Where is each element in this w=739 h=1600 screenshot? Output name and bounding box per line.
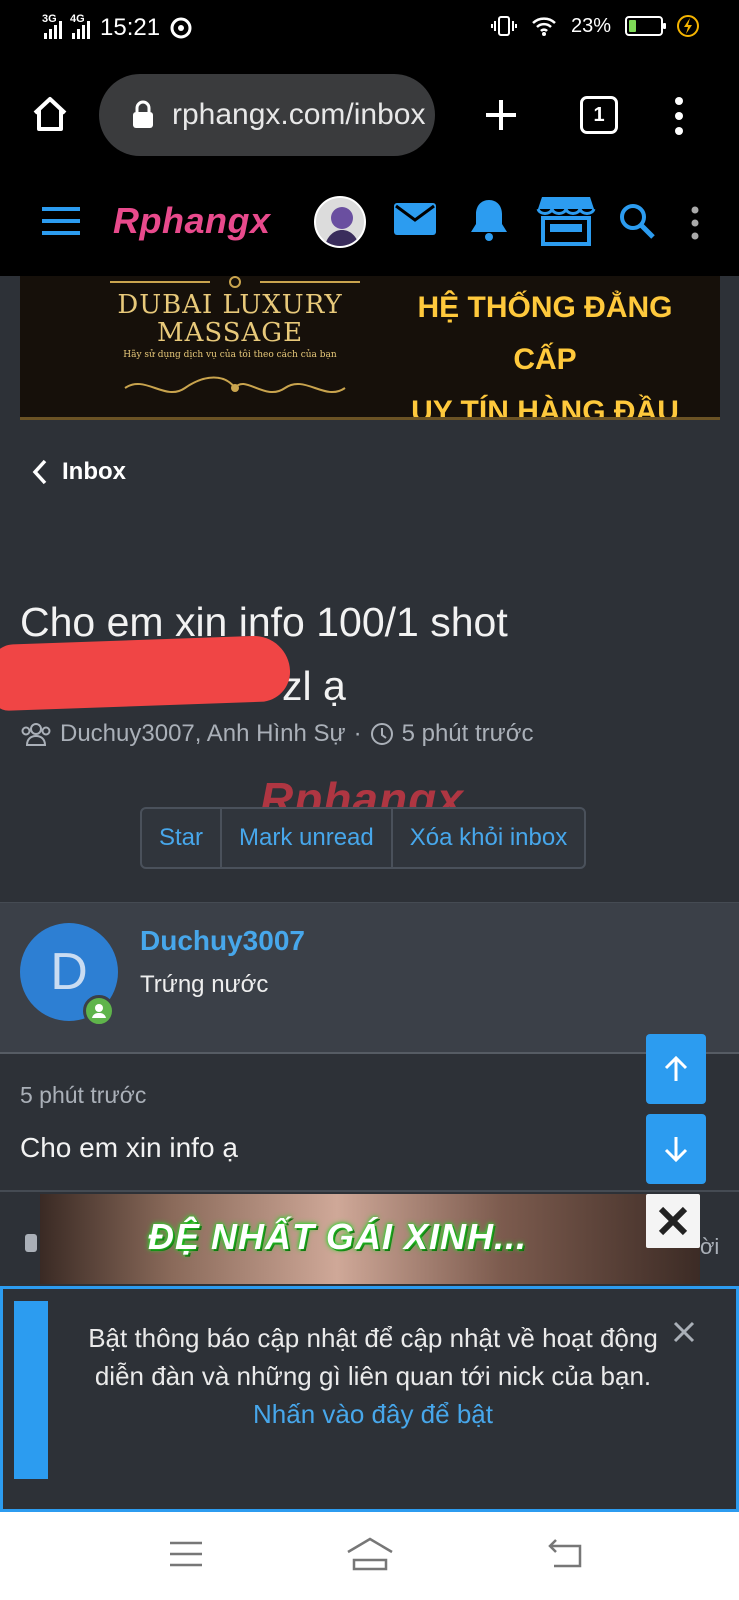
divider [0,1190,739,1192]
image-ad[interactable]: ĐỆ NHẤT GÁI XINH... [40,1194,700,1284]
vibrate-icon [490,16,517,36]
url-bar[interactable]: rphangx.com/inbox [99,74,435,156]
author-rank: Trứng nước [140,971,269,998]
battery-percent: 23% [570,14,611,37]
star-button[interactable]: Star [142,809,223,867]
browser-menu-icon[interactable] [673,96,685,136]
arrow-down-icon [664,1137,688,1163]
user-avatar[interactable] [314,196,366,248]
banner-headline-1: HỆ THỐNG ĐẲNG CẤP [417,291,673,376]
ornament-bottom-icon [124,376,346,394]
status-bar: 3G 4G 15:21 23% [0,0,739,58]
conversation-meta: Duchuy3007, Anh Hình Sự · 5 phút trước [20,720,533,748]
ad-close-button[interactable] [646,1194,700,1248]
banner-title-1: DUBAI LUXURY [117,290,343,320]
author-username[interactable]: Duchuy3007 [140,925,305,957]
remove-from-inbox-button[interactable]: Xóa khỏi inbox [393,809,584,867]
banner-tagline: Hãy sử dụng dịch vụ của tôi theo cách củ… [123,350,337,360]
store-icon[interactable] [536,194,596,246]
arrow-up-icon [664,1055,688,1081]
ornament-icon [110,276,360,288]
clock: 15:21 [100,14,161,41]
notice-message: Bật thông báo cập nhật để cập nhật về ho… [73,1319,673,1433]
chrome-icon [170,17,192,39]
new-tab-icon[interactable] [483,97,519,133]
tab-switcher-button[interactable]: 1 [580,96,618,134]
wifi-icon [532,17,556,36]
system-home-icon[interactable] [346,1536,394,1572]
system-back-icon[interactable] [546,1538,584,1570]
bell-icon[interactable] [468,196,510,242]
home-icon[interactable] [30,94,70,134]
back-to-inbox-link[interactable]: Inbox [32,458,126,486]
push-notification-prompt: Bật thông báo cập nhật để cập nhật về ho… [0,1286,739,1512]
url-text: rphangx.com/inbox [172,98,426,131]
system-navigation-bar [0,1512,739,1600]
close-icon[interactable] [671,1319,697,1345]
ad-headline: ĐỆ NHẤT GÁI XINH... [148,1216,528,1257]
banner-ad[interactable]: DUBAI LUXURY MASSAGE Hãy sử dụng dịch vụ… [20,276,720,420]
mail-icon[interactable] [393,202,437,236]
back-label: Inbox [62,458,126,485]
enable-notifications-link[interactable]: Nhấn vào đây để bật [73,1395,673,1433]
site-logo[interactable]: Rphangx [113,200,271,242]
scroll-bottom-button[interactable] [646,1114,706,1184]
banner-title-2: MASSAGE [156,318,304,348]
search-icon[interactable] [618,202,656,240]
close-icon [658,1206,688,1236]
site-header: Rphangx [0,178,739,276]
battery-icon [625,16,666,36]
message-time: 5 phút trước [20,1082,147,1108]
signal-4g-icon: 4G [70,13,90,39]
hamburger-menu-icon[interactable] [40,206,82,236]
redaction-mark [0,634,292,712]
conversation-actions: Star Mark unread Xóa khỏi inbox [140,807,587,869]
avatar-portrait-icon [324,207,360,246]
recents-icon[interactable] [168,1540,204,1568]
chevron-left-icon [32,459,47,485]
partial-icon [25,1234,37,1252]
signal-3g-icon: 3G [42,13,62,39]
lock-icon [133,100,153,128]
charging-icon [677,15,699,37]
mark-unread-button[interactable]: Mark unread [222,809,393,867]
users-icon [21,723,51,746]
notice-accent-bar [14,1301,48,1479]
clock-icon [370,723,393,745]
browser-toolbar: rphangx.com/inbox 1 [0,58,739,178]
more-menu-icon[interactable] [690,206,700,240]
banner-headline-2: UY TÍN HÀNG ĐẦU [411,395,679,420]
message-body: Cho em xin info ạ [20,1132,238,1163]
conversation-time: 5 phút trước [401,720,534,747]
online-status-icon [83,995,115,1027]
scroll-top-button[interactable] [646,1034,706,1104]
partial-text: ời [700,1234,720,1259]
participants: Duchuy3007, Anh Hình Sự [60,720,346,747]
message-author: D Duchuy3007 Trứng nước [0,902,739,1054]
screen: 3G 4G 15:21 23% rphangx.com/inbox 1 Rpha… [0,0,739,1600]
